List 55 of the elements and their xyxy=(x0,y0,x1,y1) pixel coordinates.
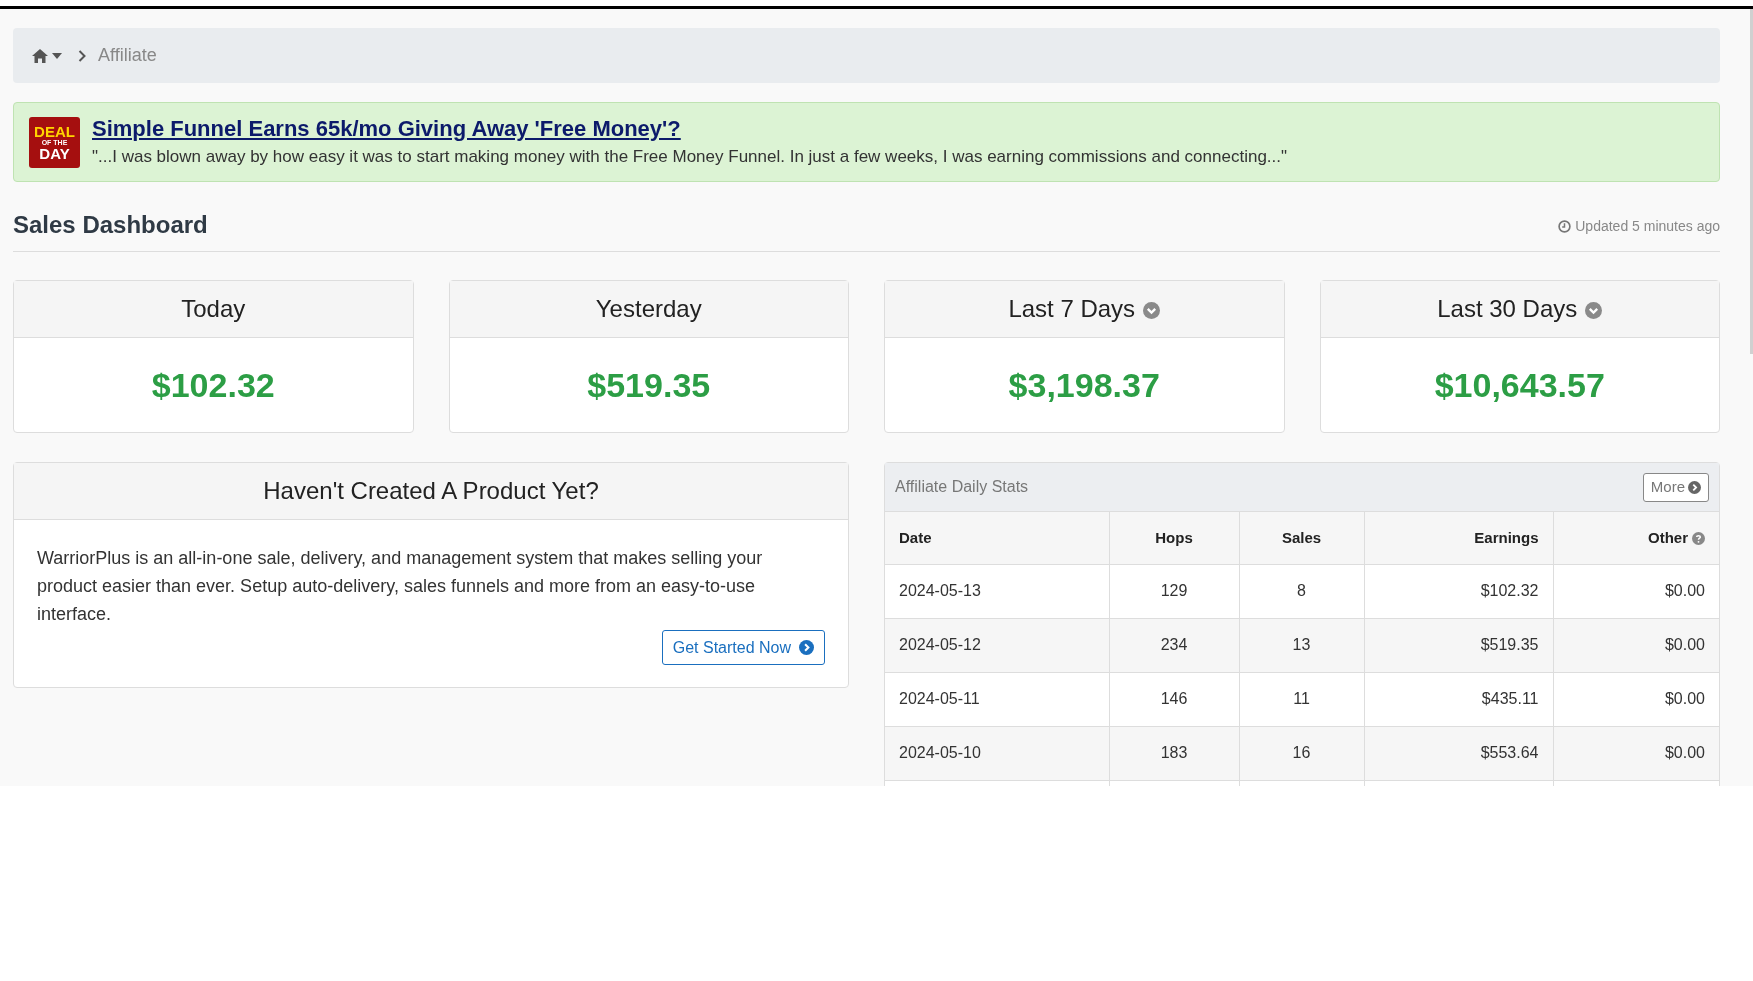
promo-text: WarriorPlus is an all-in-one sale, delivery, and management system that makes selling your product easier than ever. Setup auto-delivery, sales funnels and more from an easy-to-use interface. xyxy=(37,547,764,626)
caret-icon xyxy=(52,52,62,59)
card-amount: $3,198.37 xyxy=(1008,364,1160,406)
chevron-right-icon xyxy=(1688,480,1701,494)
table-cell: $435.11 xyxy=(1481,690,1539,707)
column-header: Sales xyxy=(1281,527,1322,548)
deal-quote: "...I was blown away by how easy it was to start making money with the Free Money Funnel. In just a few weeks, I was earning commissions and connecting..." xyxy=(92,146,1288,168)
page-title: Sales Dashboard xyxy=(13,210,208,240)
table-cell: 129 xyxy=(1160,582,1188,599)
logo-text: DAY xyxy=(39,145,70,161)
clock-icon xyxy=(1558,220,1572,233)
card-title: Last 7 Days xyxy=(1008,294,1136,324)
column-header: Hops xyxy=(1155,527,1193,548)
table-cell: 2024-05-10 xyxy=(899,744,981,761)
card-amount: $10,643.57 xyxy=(1434,364,1605,406)
column-header: Earnings xyxy=(1474,527,1539,548)
promo-title: Haven't Created A Product Yet? xyxy=(263,476,599,506)
home-menu-button[interactable] xyxy=(31,47,62,64)
table-cell: $553.64 xyxy=(1480,744,1539,761)
more-button[interactable]: More xyxy=(1642,472,1709,502)
chevron-right-icon xyxy=(78,49,86,62)
table-cell: 183 xyxy=(1160,744,1188,761)
table-cell: 146 xyxy=(1160,690,1188,707)
card-title: Yesterday xyxy=(595,294,702,324)
help-icon xyxy=(1692,531,1705,545)
table-cell: $0.00 xyxy=(1664,744,1705,761)
table-cell: 16 xyxy=(1292,744,1311,761)
table-cell: 8 xyxy=(1297,582,1306,599)
table-cell: 234 xyxy=(1160,636,1188,653)
table-cell: 11 xyxy=(1293,690,1310,707)
table-cell: $0.00 xyxy=(1664,582,1705,599)
table-cell: $0.00 xyxy=(1664,636,1705,653)
chevron-down-icon xyxy=(1143,302,1161,319)
table-cell: $102.32 xyxy=(1480,582,1539,599)
updated-text: Updated 5 minutes ago xyxy=(1575,217,1720,236)
logo-text: DEAL xyxy=(34,123,75,139)
table-cell: 2024-05-11 xyxy=(899,690,980,707)
card-amount: $102.32 xyxy=(151,364,275,406)
column-header: Other xyxy=(1648,527,1688,548)
get-started-button[interactable]: Get Started Now xyxy=(661,630,825,665)
table-cell: $519.35 xyxy=(1480,636,1539,653)
table-cell: 2024-05-13 xyxy=(899,582,981,599)
deal-title-link[interactable]: Simple Funnel Earns 65k/mo Giving Away 'Free Money'? xyxy=(92,114,1288,142)
breadcrumb-current: Affiliate xyxy=(98,44,157,67)
card-title: Today xyxy=(181,294,246,324)
table-cell: 2024-05-12 xyxy=(899,636,981,653)
chevron-right-icon xyxy=(799,640,814,655)
table-cell: $0.00 xyxy=(1664,690,1705,707)
chevron-down-icon xyxy=(1585,302,1603,319)
panel-title: Affiliate Daily Stats xyxy=(895,477,1029,497)
card-amount: $519.35 xyxy=(587,364,711,406)
home-icon xyxy=(31,47,49,64)
table-cell: 13 xyxy=(1292,636,1311,653)
card-title: Last 30 Days xyxy=(1437,294,1578,324)
column-header: Date xyxy=(899,527,932,548)
